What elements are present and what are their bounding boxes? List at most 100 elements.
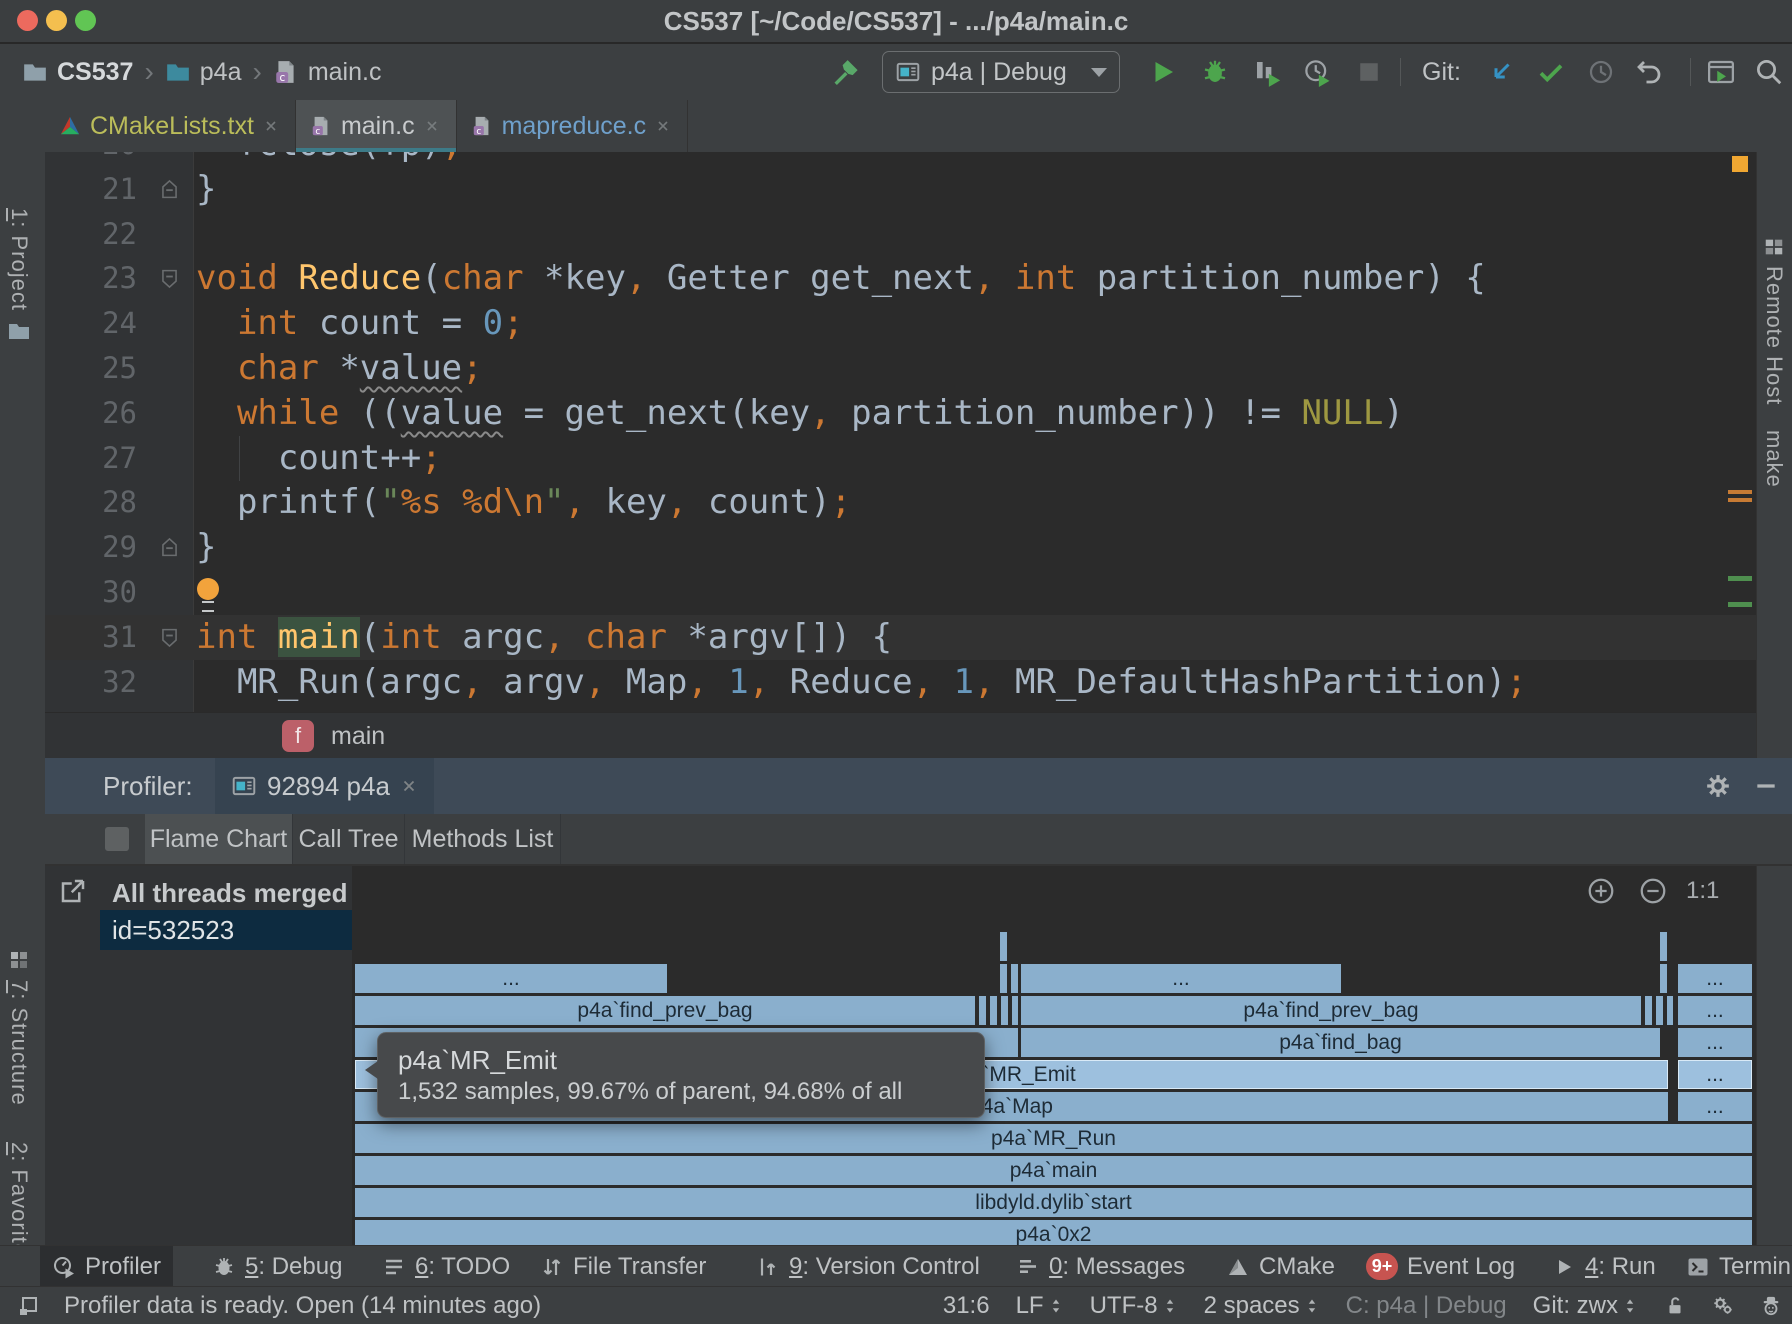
- flame-bar-p4a-find_prev_bag[interactable]: p4a`find_prev_bag: [355, 996, 975, 1025]
- flame-bar[interactable]: [1011, 964, 1018, 993]
- code-line-26[interactable]: 26 while ((value = get_next(key, partiti…: [45, 391, 1756, 436]
- code-line-32[interactable]: 32 MR_Run(argc, argv, Map, 1, Reduce, 1,…: [45, 660, 1756, 705]
- status-widget-git-zwx[interactable]: Git: zwx: [1533, 1292, 1638, 1320]
- flame-bar[interactable]: [979, 996, 986, 1025]
- error-stripe-mark[interactable]: [1728, 602, 1752, 607]
- flame-bar[interactable]: ...: [1678, 1028, 1752, 1057]
- tool-window-button-debug[interactable]: 5: Debug: [200, 1246, 354, 1287]
- flame-bar[interactable]: [1667, 996, 1673, 1025]
- flame-bar[interactable]: [1000, 964, 1007, 993]
- code-line-31[interactable]: 31int main(int argc, char *argv[]) {: [45, 615, 1756, 660]
- unfold-region-icon[interactable]: [159, 537, 180, 558]
- zoom-out-icon[interactable]: [1638, 876, 1668, 906]
- hector-inspector-icon[interactable]: [1760, 1295, 1782, 1317]
- tool-window-button-terminal[interactable]: Terminal: [1674, 1246, 1792, 1287]
- flame-bar[interactable]: [1656, 996, 1663, 1025]
- flame-bar[interactable]: ...: [1678, 964, 1752, 993]
- flame-bar[interactable]: ...: [1678, 996, 1752, 1025]
- code-line-28[interactable]: 28 printf("%s %d\n", key, count);: [45, 480, 1756, 525]
- profiler-tab-flame-chart[interactable]: Flame Chart: [145, 814, 293, 864]
- unlock-icon[interactable]: [1664, 1295, 1686, 1317]
- code-line-30[interactable]: 30: [45, 570, 1756, 615]
- tool-window-button-profiler[interactable]: Profiler: [40, 1246, 173, 1287]
- intention-bulb-icon[interactable]: [197, 578, 219, 600]
- build-hammer-icon[interactable]: [832, 57, 862, 87]
- flame-bar-p4a-MR_Run[interactable]: p4a`MR_Run: [355, 1124, 1752, 1153]
- flame-bar[interactable]: [1660, 964, 1667, 993]
- profiler-tab-call-tree[interactable]: Call Tree: [293, 814, 405, 864]
- tool-window-button-run[interactable]: 4: Run: [1540, 1246, 1668, 1287]
- close-tab-icon[interactable]: [424, 118, 440, 134]
- profile-button[interactable]: [1302, 57, 1332, 87]
- error-stripe-mark[interactable]: [1728, 490, 1752, 494]
- flame-bar[interactable]: [1645, 996, 1652, 1025]
- hide-panel-icon[interactable]: [1753, 773, 1779, 799]
- fold-region-icon[interactable]: [159, 268, 180, 289]
- git-update-button[interactable]: [1486, 57, 1516, 87]
- tool-window-button-todo[interactable]: 6: TODO: [370, 1246, 522, 1287]
- run-configuration-select[interactable]: p4a | Debug: [882, 51, 1120, 93]
- run-with-profiler-button[interactable]: [1252, 57, 1282, 87]
- open-in-new-window-icon[interactable]: [58, 876, 88, 906]
- flame-bar-p4a-0x2[interactable]: p4a`0x2: [355, 1220, 1752, 1245]
- flame-bar-p4a-find_bag[interactable]: p4a`find_bag: [1021, 1028, 1660, 1057]
- breadcrumb-item-main.c[interactable]: main.c: [308, 58, 382, 87]
- run-button[interactable]: [1148, 57, 1178, 87]
- code-line-24[interactable]: 24 int count = 0;: [45, 301, 1756, 346]
- rollback-button[interactable]: [1634, 57, 1664, 87]
- unfold-region-icon[interactable]: [159, 179, 180, 200]
- breadcrumb-function-name[interactable]: main: [331, 713, 385, 759]
- flame-bar-p4a-main[interactable]: p4a`main: [355, 1156, 1752, 1185]
- close-tab-icon[interactable]: [263, 118, 279, 134]
- tool-window-button-version-control[interactable]: 9: Version Control: [744, 1246, 992, 1287]
- flame-bar[interactable]: ...: [1678, 1060, 1752, 1089]
- tool-window-button-file-transfer[interactable]: File Transfer: [528, 1246, 718, 1287]
- run-anything-icon[interactable]: [1706, 57, 1736, 87]
- flame-bar[interactable]: ...: [1021, 964, 1341, 993]
- code-line-22[interactable]: 22: [45, 212, 1756, 257]
- stripe-button-project[interactable]: 1: Project: [6, 208, 32, 311]
- breadcrumb-item-p4a[interactable]: p4a: [200, 58, 242, 87]
- flame-bar-p4a-find_prev_bag[interactable]: p4a`find_prev_bag: [1021, 996, 1641, 1025]
- code-line-20[interactable]: 20 fclose(fp);: [45, 152, 1756, 167]
- status-widget-utf-8[interactable]: UTF-8: [1090, 1292, 1178, 1320]
- flame-bar[interactable]: [990, 996, 997, 1025]
- tool-window-button-event-log[interactable]: 9+Event Log: [1354, 1246, 1527, 1287]
- search-everywhere-icon[interactable]: [1754, 57, 1784, 87]
- flame-bar[interactable]: ...: [355, 964, 667, 993]
- close-session-icon[interactable]: [400, 777, 418, 795]
- stripe-button-make[interactable]: make: [1761, 430, 1787, 488]
- debug-button[interactable]: [1200, 57, 1230, 87]
- profiler-session-tab[interactable]: 92894 p4a: [215, 758, 434, 814]
- code-line-23[interactable]: 23void Reduce(char *key, Getter get_next…: [45, 256, 1756, 301]
- stripe-button-structure[interactable]: 7: Structure: [6, 980, 32, 1106]
- breadcrumb-item-CS537[interactable]: CS537: [57, 58, 133, 87]
- fold-region-icon[interactable]: [159, 627, 180, 648]
- error-stripe-mark[interactable]: [1728, 576, 1752, 581]
- error-stripe-mark[interactable]: [1728, 498, 1752, 502]
- stripe-button-remote-host[interactable]: Remote Host: [1761, 266, 1787, 405]
- flame-bar-libdyld-dylib-start[interactable]: libdyld.dylib`start: [355, 1188, 1752, 1217]
- gear-icon[interactable]: [1705, 773, 1731, 799]
- background-tasks-gears-icon[interactable]: [1712, 1295, 1734, 1317]
- status-widget-lf[interactable]: LF: [1016, 1292, 1064, 1320]
- flame-bar[interactable]: [1000, 932, 1007, 961]
- git-commit-button[interactable]: [1536, 57, 1566, 87]
- status-widget-2-spaces[interactable]: 2 spaces: [1204, 1292, 1320, 1320]
- flame-bar[interactable]: [1001, 996, 1008, 1025]
- code-line-25[interactable]: 25 char *value;: [45, 346, 1756, 391]
- editor-tab-CMakeLists.txt[interactable]: CMakeLists.txt: [45, 100, 296, 152]
- thread-row-selected[interactable]: id=532523: [100, 910, 352, 950]
- code-line-29[interactable]: 29}: [45, 525, 1756, 570]
- status-widget-31-6[interactable]: 31:6: [943, 1292, 990, 1320]
- flame-bar[interactable]: [1012, 996, 1018, 1025]
- flame-bar[interactable]: [1660, 932, 1667, 961]
- editor-tab-mapreduce.c[interactable]: cmapreduce.c: [457, 100, 689, 152]
- flame-bar[interactable]: ...: [1678, 1092, 1752, 1121]
- zoom-reset-button[interactable]: 1:1: [1686, 876, 1719, 906]
- code-line-21[interactable]: 21}: [45, 167, 1756, 212]
- code-editor[interactable]: 20 fclose(fp);21}2223void Reduce(char *k…: [45, 152, 1756, 712]
- tool-window-button-messages[interactable]: 0: Messages: [1004, 1246, 1197, 1287]
- zoom-in-icon[interactable]: [1586, 876, 1616, 906]
- error-stripe-warning-square[interactable]: [1732, 156, 1748, 172]
